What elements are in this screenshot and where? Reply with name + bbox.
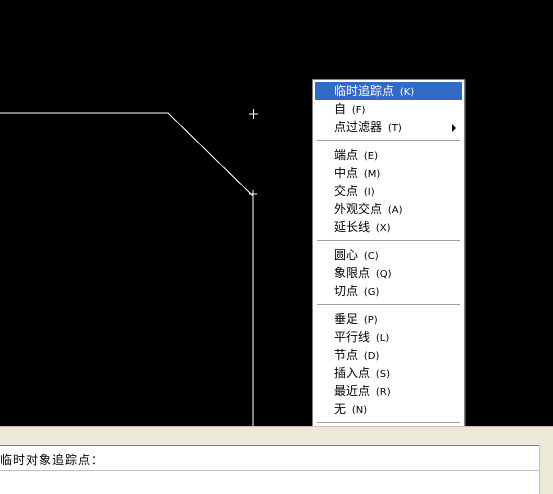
menu-item[interactable]: 垂足 (P) xyxy=(315,310,462,328)
menu-item-label: 无 xyxy=(334,402,347,416)
menu-item-label: 垂足 xyxy=(334,312,359,326)
command-window: 临时对象追踪点： xyxy=(0,445,553,494)
object-snap-context-menu: 临时追踪点 (K) 自 (F) 点过滤器 (T) 端点 (E) 中点 (M) 交点 (I)… xyxy=(312,79,465,445)
menu-item-shortcut: (M) xyxy=(363,169,381,180)
menu-item-label: 平行线 xyxy=(334,330,371,344)
menu-item[interactable]: 象限点 (Q) xyxy=(315,264,462,282)
menu-item-label: 圆心 xyxy=(334,248,359,262)
menu-item-label: 节点 xyxy=(334,348,359,362)
menu-item-label: 插入点 xyxy=(334,366,371,380)
command-divider xyxy=(0,470,553,471)
menu-item[interactable]: 平行线 (L) xyxy=(315,328,462,346)
menu-item-shortcut: (X) xyxy=(375,223,391,234)
menu-separator xyxy=(317,240,460,241)
menu-item[interactable]: 节点 (D) xyxy=(315,346,462,364)
menu-item-shortcut: (L) xyxy=(375,333,390,344)
menu-separator xyxy=(317,422,460,423)
menu-item[interactable]: 插入点 (S) xyxy=(315,364,462,382)
command-input[interactable] xyxy=(0,476,553,492)
menu-item[interactable]: 切点 (G) xyxy=(315,282,462,300)
menu-item-shortcut: (S) xyxy=(375,369,390,380)
menu-item-shortcut: (G) xyxy=(363,287,380,298)
menu-item[interactable]: 临时追踪点 (K) xyxy=(315,82,462,100)
crosshair-cursor-icon xyxy=(249,109,258,119)
menu-item[interactable]: 最近点 (R) xyxy=(315,382,462,400)
menu-item-label: 交点 xyxy=(334,184,359,198)
menu-separator xyxy=(317,304,460,305)
menu-item-label: 外观交点 xyxy=(334,202,383,216)
menu-item-shortcut: (Q) xyxy=(375,269,392,280)
menu-item[interactable]: 中点 (M) xyxy=(315,164,462,182)
menu-item[interactable]: 端点 (E) xyxy=(315,146,462,164)
command-scrollbar[interactable] xyxy=(539,445,553,494)
menu-item-label: 象限点 xyxy=(334,266,371,280)
menu-item-shortcut: (F) xyxy=(351,105,366,116)
status-strip xyxy=(0,426,553,445)
menu-item-shortcut: (C) xyxy=(363,251,379,262)
drawing-canvas[interactable] xyxy=(0,0,553,426)
menu-item-shortcut: (A) xyxy=(387,205,403,216)
menu-item[interactable]: 外观交点 (A) xyxy=(315,200,462,218)
menu-item-shortcut: (K) xyxy=(399,87,415,98)
menu-item-label: 点过滤器 xyxy=(334,120,383,134)
menu-item-shortcut: (I) xyxy=(363,187,375,198)
menu-item-shortcut: (D) xyxy=(363,351,380,362)
drawing-geometry xyxy=(0,109,258,426)
menu-item-label: 最近点 xyxy=(334,384,371,398)
menu-item[interactable]: 交点 (I) xyxy=(315,182,462,200)
menu-item[interactable]: 无 (N) xyxy=(315,400,462,418)
menu-item[interactable]: 圆心 (C) xyxy=(315,246,462,264)
menu-item[interactable]: 自 (F) xyxy=(315,100,462,118)
menu-item-label: 自 xyxy=(334,102,347,116)
menu-item-shortcut: (T) xyxy=(387,123,402,134)
menu-item-shortcut: (R) xyxy=(375,387,391,398)
submenu-arrow-icon xyxy=(452,124,456,132)
menu-item-label: 端点 xyxy=(334,148,359,162)
menu-item-label: 切点 xyxy=(334,284,359,298)
menu-item-label: 临时追踪点 xyxy=(334,84,395,98)
polyline-outline xyxy=(0,112,254,426)
menu-item-shortcut: (N) xyxy=(351,405,368,416)
menu-item-shortcut: (P) xyxy=(363,315,378,326)
menu-item-label: 中点 xyxy=(334,166,359,180)
menu-item[interactable]: 延长线 (X) xyxy=(315,218,462,236)
menu-separator xyxy=(317,140,460,141)
command-history-line: 临时对象追踪点： xyxy=(0,453,105,467)
menu-item-label: 延长线 xyxy=(334,220,371,234)
tracking-marker-icon xyxy=(249,190,257,198)
menu-item[interactable]: 点过滤器 (T) xyxy=(315,118,462,136)
menu-item-shortcut: (E) xyxy=(363,151,378,162)
